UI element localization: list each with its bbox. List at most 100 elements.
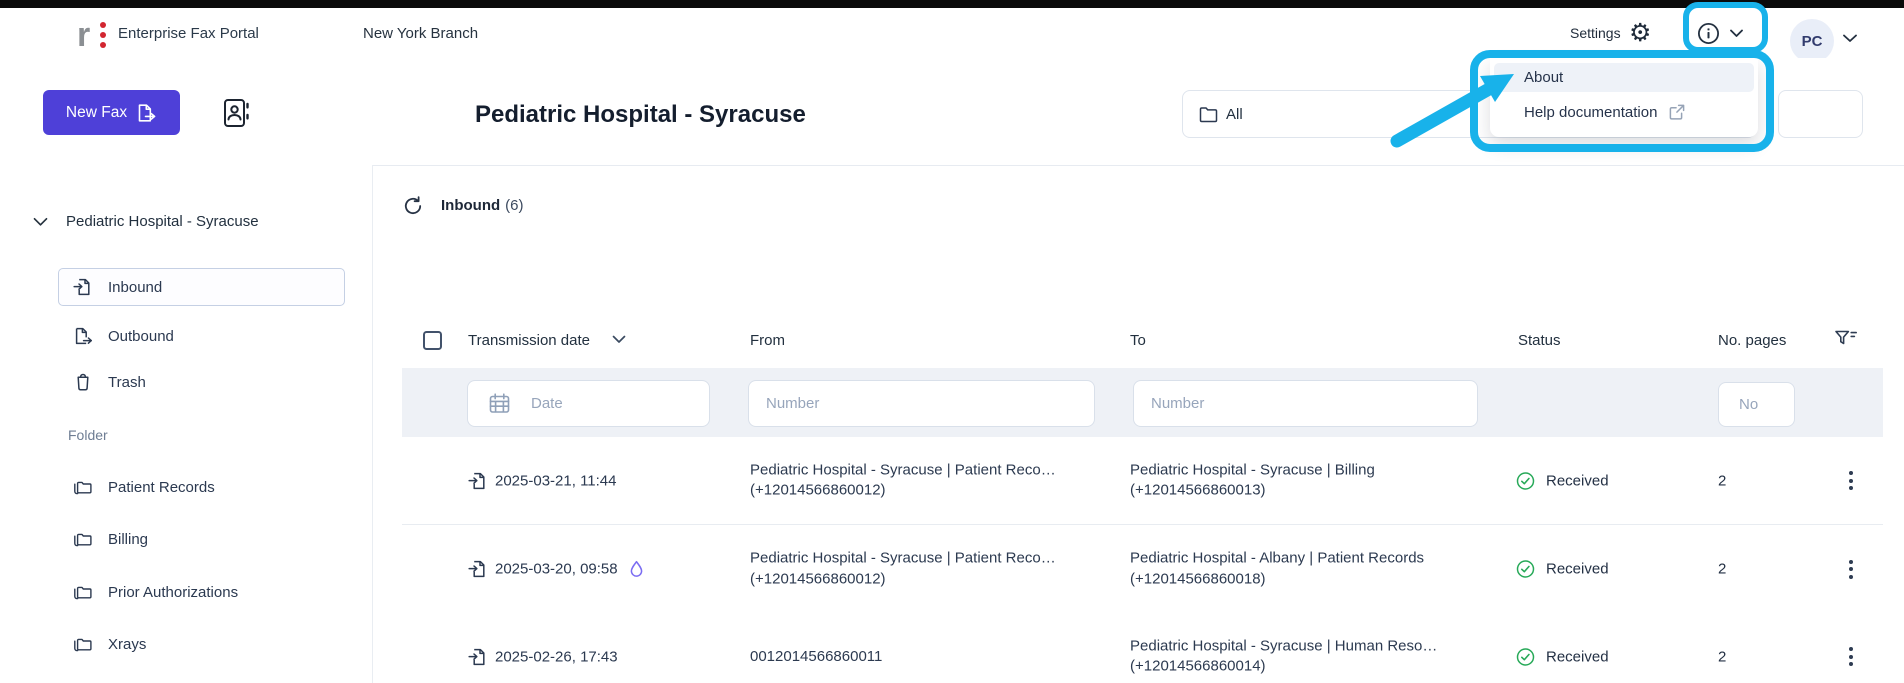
to-number: (+12014566860013) — [1130, 481, 1510, 502]
to-name: Pediatric Hospital - Syracuse | Human Re… — [1130, 636, 1510, 657]
page-title: Pediatric Hospital - Syracuse — [475, 101, 806, 129]
row-actions-menu[interactable] — [1838, 549, 1864, 589]
sidebar-item-inbound[interactable]: Inbound — [58, 268, 345, 306]
fax-row[interactable]: 2025-03-20, 09:58 Pediatric Hospital - S… — [402, 525, 1883, 614]
folder-section-label: Folder — [68, 427, 108, 443]
from-name: Pediatric Hospital - Syracuse | Patient … — [750, 460, 1122, 481]
to-cell: Pediatric Hospital - Albany | Patient Re… — [1130, 549, 1510, 590]
to-name: Pediatric Hospital - Albany | Patient Re… — [1130, 549, 1510, 570]
enterprise-fax-portal-screen: r Enterprise Fax Portal New York Branch … — [0, 0, 1904, 683]
to-cell: Pediatric Hospital - Syracuse | Human Re… — [1130, 636, 1510, 677]
retarus-logo: r — [77, 20, 90, 50]
pages-filter-input[interactable] — [1718, 382, 1795, 427]
pages-count: 2 — [1718, 472, 1726, 489]
menu-item-about[interactable]: About — [1494, 63, 1754, 92]
double-folder-icon — [72, 530, 93, 548]
inbound-fax-icon — [73, 277, 93, 297]
info-dropdown-menu: About Help documentation — [1490, 58, 1758, 137]
check-circle-icon — [1516, 560, 1535, 579]
new-fax-button[interactable]: New Fax — [43, 90, 180, 135]
send-fax-icon — [136, 103, 157, 123]
from-cell: Pediatric Hospital - Syracuse | Patient … — [750, 549, 1122, 590]
sort-chevron-down-icon[interactable] — [612, 335, 626, 344]
from-cell: 0012014566860011 — [750, 646, 1122, 667]
sidebar-folder-label: Billing — [108, 531, 148, 548]
select-all-checkbox[interactable] — [423, 331, 442, 350]
sidebar: Pediatric Hospital - Syracuse Inbound Ou… — [0, 165, 373, 683]
folder-filter-value: All — [1226, 106, 1243, 123]
outbound-fax-icon — [73, 326, 93, 346]
refresh-icon[interactable] — [402, 195, 424, 217]
sidebar-folder-billing[interactable]: Billing — [72, 530, 148, 548]
pages-count: 2 — [1718, 561, 1726, 578]
sidebar-item-outbound[interactable]: Outbound — [73, 326, 174, 346]
status-badge: Received — [1516, 471, 1609, 490]
to-number: (+12014566860014) — [1130, 657, 1510, 678]
menu-item-help-documentation[interactable]: Help documentation — [1494, 96, 1754, 128]
sidebar-item-trash[interactable]: Trash — [73, 372, 146, 392]
fax-row[interactable]: 2025-02-26, 17:43 0012014566860011 Pedia… — [402, 613, 1883, 683]
avatar[interactable]: PC — [1790, 19, 1834, 63]
sidebar-account-row[interactable]: Pediatric Hospital - Syracuse — [33, 213, 259, 230]
status-badge: Received — [1516, 647, 1609, 666]
filter-columns-icon[interactable] — [1834, 329, 1858, 349]
sidebar-item-label: Inbound — [108, 279, 162, 296]
sidebar-folder-patient-records[interactable]: Patient Records — [72, 478, 215, 496]
check-circle-icon — [1516, 647, 1535, 666]
transmission-date: 2025-03-21, 11:44 — [495, 472, 617, 489]
annotation-drop-icon — [628, 560, 645, 579]
avatar-chevron-down-icon[interactable] — [1843, 34, 1857, 43]
menu-item-label: About — [1524, 69, 1563, 86]
contacts-button[interactable] — [219, 98, 253, 128]
inbound-fax-icon — [468, 559, 488, 579]
pages-count: 2 — [1718, 648, 1726, 665]
view-count: (6) — [505, 197, 523, 214]
to-filter-input[interactable] — [1133, 380, 1478, 427]
gear-icon[interactable]: ⚙ — [1629, 15, 1651, 51]
to-cell: Pediatric Hospital - Syracuse | Billing … — [1130, 460, 1510, 501]
retarus-logo-dots — [100, 22, 106, 48]
sidebar-item-label: Outbound — [108, 328, 174, 345]
info-menu-button[interactable] — [1697, 22, 1743, 45]
sidebar-folder-label: Prior Authorizations — [108, 584, 238, 601]
row-actions-menu[interactable] — [1838, 461, 1864, 501]
inbound-fax-icon — [468, 471, 488, 491]
sidebar-folder-label: Patient Records — [108, 479, 215, 496]
from-number: (+12014566860012) — [750, 481, 1122, 502]
view-title: Inbound — [441, 197, 500, 214]
sidebar-account-label: Pediatric Hospital - Syracuse — [66, 213, 259, 230]
sidebar-folder-xrays[interactable]: Xrays — [72, 635, 146, 653]
folder-icon — [1199, 106, 1218, 123]
from-number: (+12014566860012) — [750, 569, 1122, 590]
external-link-icon — [1668, 103, 1686, 121]
window-top-strip — [0, 0, 1904, 8]
to-number: (+12014566860018) — [1130, 569, 1510, 590]
column-header-from: From — [750, 332, 785, 349]
search-input[interactable] — [1778, 90, 1863, 138]
from-filter-input[interactable] — [748, 380, 1095, 427]
sidebar-item-label: Trash — [108, 374, 146, 391]
status-badge: Received — [1516, 560, 1609, 579]
address-book-icon — [219, 98, 253, 128]
column-header-to: To — [1130, 332, 1146, 349]
chevron-down-icon — [33, 217, 48, 227]
info-icon — [1697, 22, 1720, 45]
from-name: Pediatric Hospital - Syracuse | Patient … — [750, 549, 1122, 570]
fax-row[interactable]: 2025-03-21, 11:44 Pediatric Hospital - S… — [402, 437, 1883, 525]
column-header-date[interactable]: Transmission date — [468, 332, 590, 349]
status-label: Received — [1546, 561, 1609, 578]
trash-icon — [73, 372, 93, 392]
date-filter-input[interactable] — [467, 380, 710, 427]
sidebar-folder-prior-authorizations[interactable]: Prior Authorizations — [72, 583, 238, 601]
row-actions-menu[interactable] — [1838, 637, 1864, 677]
to-name: Pediatric Hospital - Syracuse | Billing — [1130, 460, 1510, 481]
app-title: Enterprise Fax Portal — [118, 8, 259, 58]
double-folder-icon — [72, 635, 93, 653]
status-label: Received — [1546, 472, 1609, 489]
from-cell: Pediatric Hospital - Syracuse | Patient … — [750, 460, 1122, 501]
check-circle-icon — [1516, 471, 1535, 490]
chevron-down-icon — [1730, 29, 1743, 38]
list-heading: Inbound (6) — [402, 195, 524, 217]
settings-button[interactable]: Settings — [1570, 8, 1621, 58]
new-fax-label: New Fax — [66, 104, 127, 122]
